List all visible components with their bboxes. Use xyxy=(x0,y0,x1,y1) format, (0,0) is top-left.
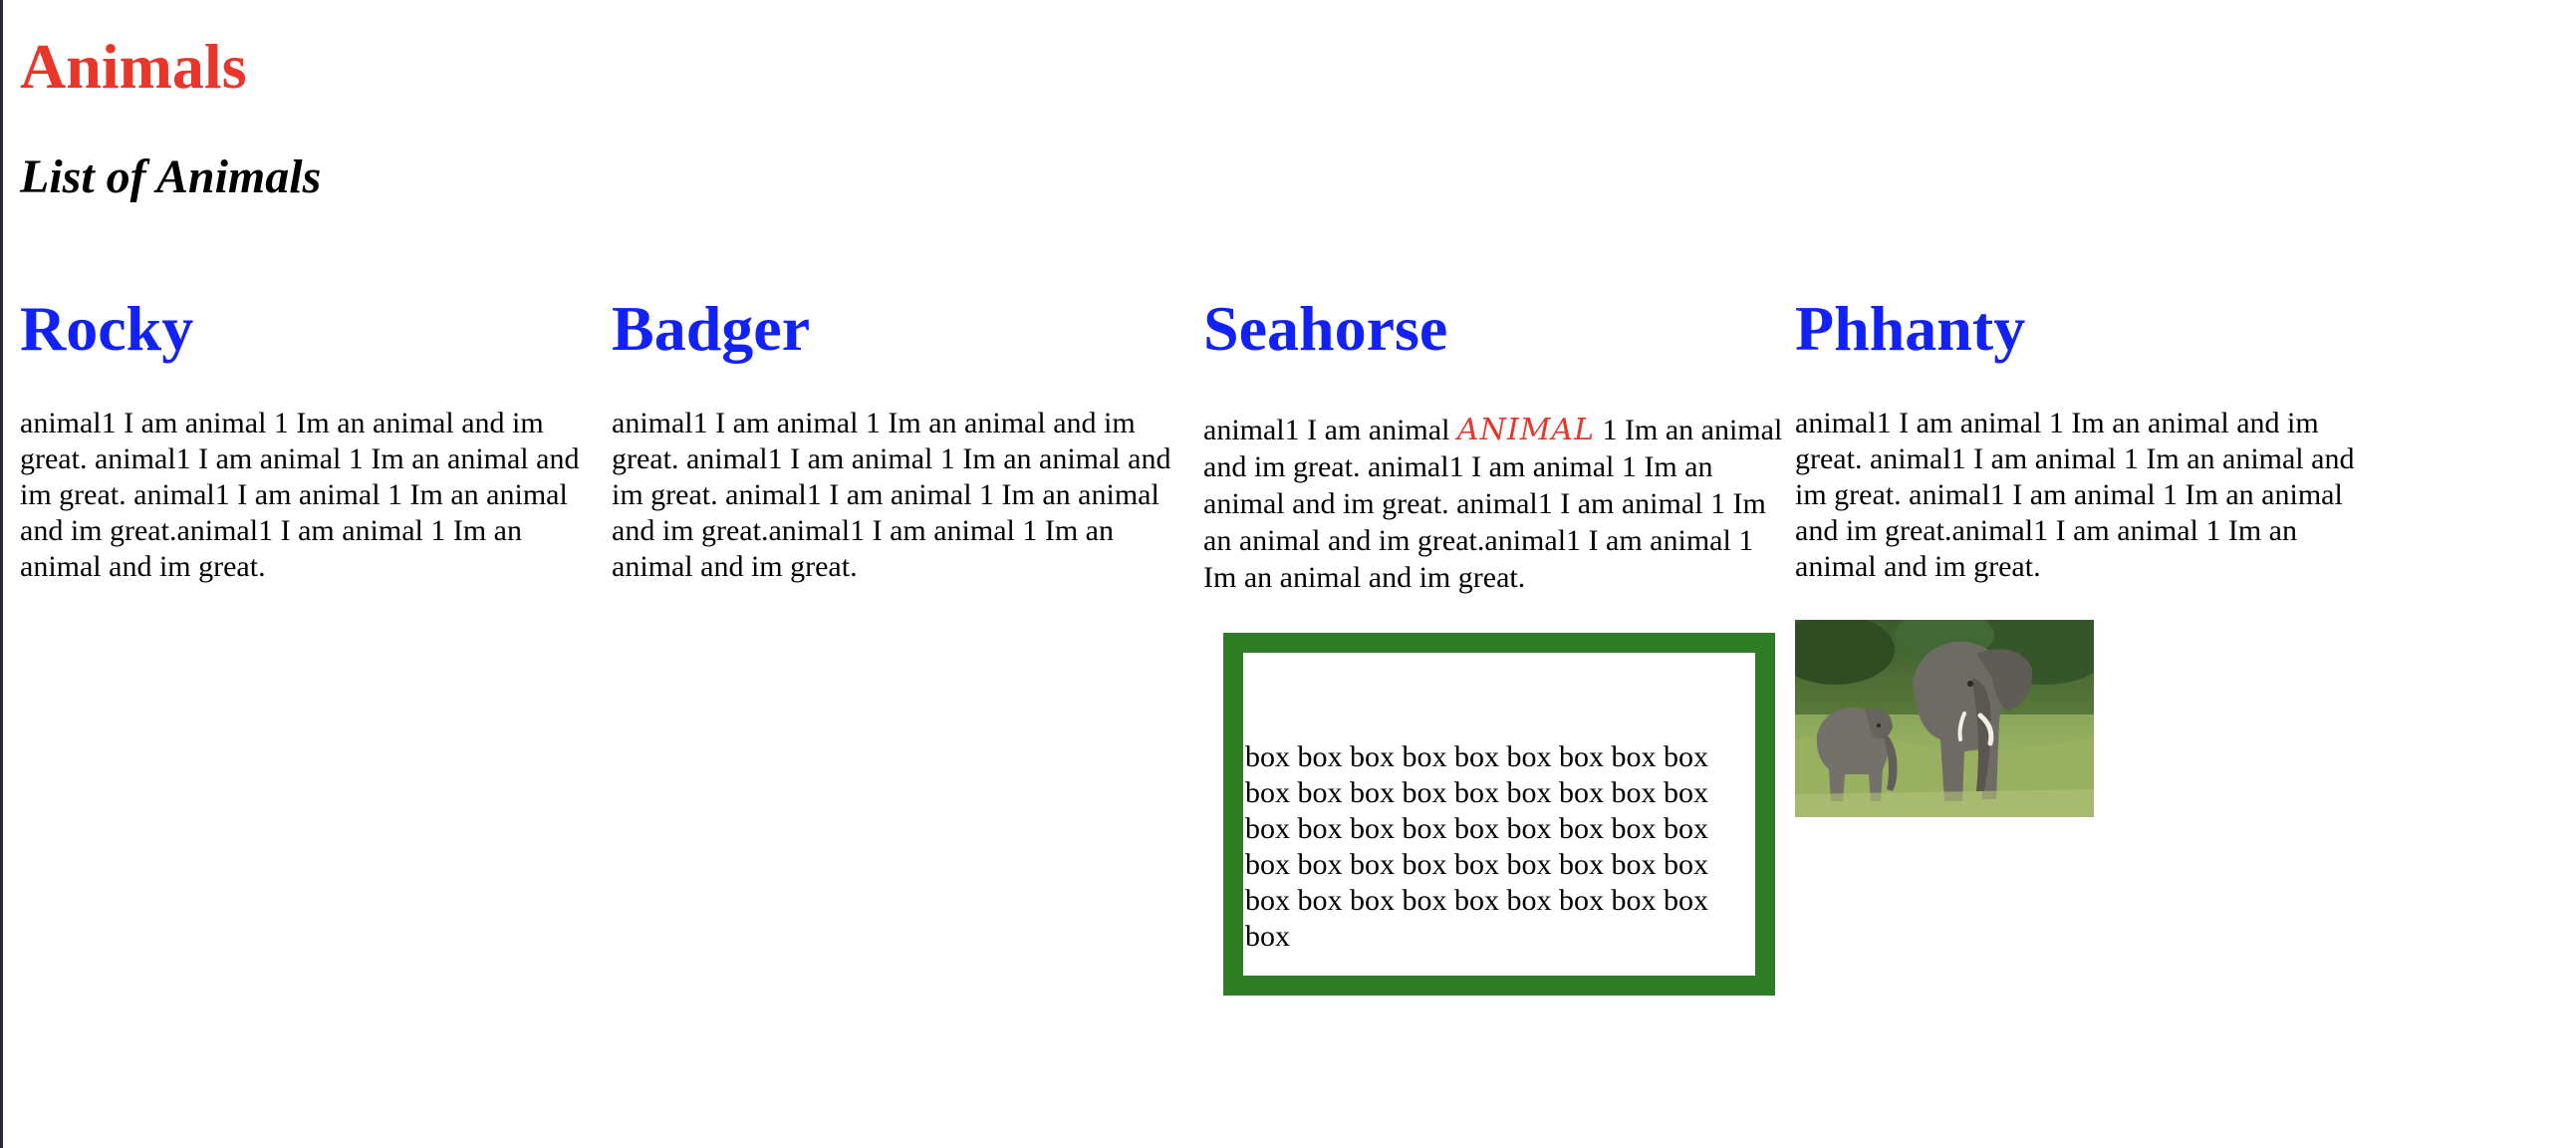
animal-description: animal1 I am animal 1 Im an animal and i… xyxy=(1795,407,2355,583)
green-bordered-box: box box box box box box box box box box … xyxy=(1223,633,1775,996)
page-title: Animals xyxy=(20,31,247,102)
styled-animal-word: ANIMAL xyxy=(1456,413,1595,447)
animal-column-badger: Badger animal1 I am animal 1 Im an anima… xyxy=(612,289,1199,583)
animal-column-phhanty: Phhanty animal1 I am animal 1 Im an anim… xyxy=(1795,289,2383,817)
box-text: box box box box box box box box box box … xyxy=(1245,740,1708,953)
window-left-edge xyxy=(0,0,3,1148)
elephant-photo xyxy=(1795,620,2094,817)
description-text-start: animal1 I am animal xyxy=(1203,414,1457,446)
animal-heading: Rocky xyxy=(20,293,194,364)
page-subtitle: List of Animals xyxy=(20,150,322,203)
animal-heading: Badger xyxy=(612,293,811,364)
animal-column-rocky: Rocky animal1 I am animal 1 Im an animal… xyxy=(20,289,608,583)
page: Animals List of Animals Rocky animal1 I … xyxy=(20,0,2570,1148)
animal-heading: Phhanty xyxy=(1795,293,2026,364)
animal-description: animal1 I am animal 1 Im an animal and i… xyxy=(612,407,1171,583)
animal-column-seahorse: Seahorse animal1 I am animal ANIMAL 1 Im… xyxy=(1203,289,1791,996)
animal-heading: Seahorse xyxy=(1203,293,1448,364)
animal-description: animal1 I am animal 1 Im an animal and i… xyxy=(20,407,580,583)
animal-description: animal1 I am animal ANIMAL 1 Im an anima… xyxy=(1203,412,1791,596)
